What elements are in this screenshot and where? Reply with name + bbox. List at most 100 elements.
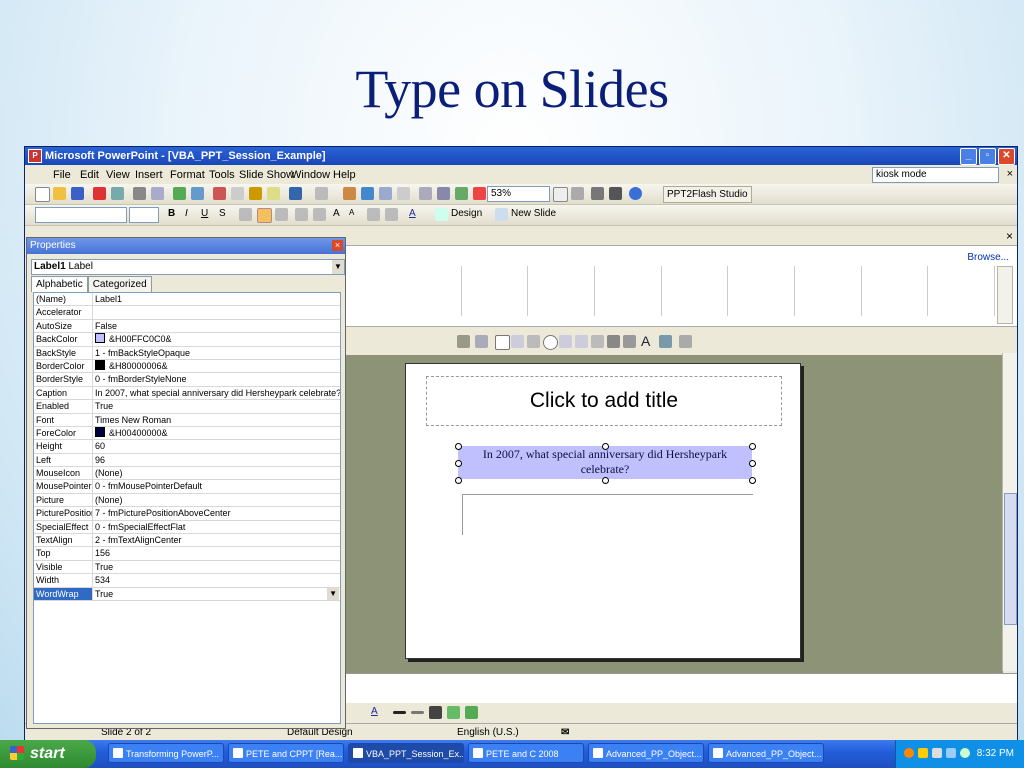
property-value[interactable]: False xyxy=(93,320,340,332)
help-icon[interactable] xyxy=(629,187,642,200)
3d-style-icon[interactable] xyxy=(465,706,478,719)
taskbar-button[interactable]: PETE and CPPT [Rea... xyxy=(228,743,344,763)
arrow-style-icon[interactable] xyxy=(429,706,442,719)
property-row[interactable]: AutoSize False xyxy=(34,319,340,334)
properties-icon[interactable] xyxy=(475,335,488,348)
property-row[interactable]: BackColor &H00FFC0C0& xyxy=(34,333,340,347)
font-size-select[interactable] xyxy=(129,207,159,223)
spelling-status-icon[interactable]: ✉ xyxy=(561,727,569,738)
notes-pane[interactable] xyxy=(343,673,1017,704)
property-value[interactable]: 7 - fmPicturePositionAboveCenter xyxy=(93,507,340,519)
property-row[interactable]: Picture (None) xyxy=(34,493,340,508)
design-button[interactable]: Design xyxy=(451,208,482,219)
property-value[interactable]: True ▼ xyxy=(93,587,340,600)
property-value[interactable]: &H00400000& xyxy=(93,426,340,439)
new-icon[interactable] xyxy=(35,187,50,202)
new-slide-button[interactable]: New Slide xyxy=(511,208,556,219)
resize-handle[interactable] xyxy=(749,460,756,467)
vba-form-icon[interactable] xyxy=(591,187,604,200)
vba-view-icon[interactable] xyxy=(609,187,622,200)
minimize-button[interactable]: _ xyxy=(960,148,977,165)
email-icon[interactable] xyxy=(111,187,124,200)
permission-icon[interactable] xyxy=(93,187,106,200)
resize-handle[interactable] xyxy=(455,477,462,484)
chevron-down-icon[interactable]: ▼ xyxy=(327,587,339,600)
title-placeholder[interactable]: Click to add title xyxy=(426,376,782,426)
insert-table-icon[interactable] xyxy=(361,187,374,200)
property-value[interactable]: 0 - fmBorderStyleNone xyxy=(93,373,340,385)
tray-app-icon[interactable] xyxy=(904,748,914,758)
scrollbar-control-icon[interactable] xyxy=(623,335,636,348)
property-value[interactable]: True xyxy=(93,561,340,573)
taskbar-button[interactable]: PETE and C 2008 xyxy=(468,743,584,763)
design-thumbnail[interactable] xyxy=(662,266,729,316)
property-row[interactable]: Enabled True xyxy=(34,400,340,414)
command-button-icon[interactable] xyxy=(527,335,540,348)
drawing-font-color-icon[interactable]: A xyxy=(371,706,378,717)
insert-chart-icon[interactable] xyxy=(343,187,356,200)
tray-volume-icon[interactable] xyxy=(932,748,942,758)
property-row[interactable]: Visible True xyxy=(34,560,340,575)
property-row[interactable]: MouseIcon (None) xyxy=(34,467,340,481)
listbox-control-icon[interactable] xyxy=(559,335,572,348)
cut-icon[interactable] xyxy=(213,187,226,200)
menu-window[interactable]: Window xyxy=(291,169,330,181)
format-painter-icon[interactable] xyxy=(267,187,280,200)
spin-button-icon[interactable] xyxy=(607,335,620,348)
start-button[interactable]: start xyxy=(0,740,96,768)
redo-icon[interactable] xyxy=(315,187,328,200)
label1-control[interactable]: In 2007, what special anniversary did He… xyxy=(458,446,752,479)
italic-icon[interactable]: I xyxy=(185,208,188,219)
design-thumbnail[interactable] xyxy=(395,266,462,316)
design-mode-icon[interactable] xyxy=(457,335,470,348)
tray-network-icon[interactable] xyxy=(918,748,928,758)
dash-style-icon[interactable] xyxy=(411,711,424,714)
design-thumbnail[interactable] xyxy=(795,266,862,316)
slide-show-icon[interactable] xyxy=(553,187,568,202)
increase-indent-icon[interactable] xyxy=(385,208,398,221)
tray-wireless-icon[interactable] xyxy=(960,748,970,758)
font-name-select[interactable] xyxy=(35,207,127,223)
textbox-control-icon[interactable] xyxy=(511,335,524,348)
toggle-button-icon[interactable] xyxy=(591,335,604,348)
font-color-icon[interactable]: A xyxy=(409,208,416,219)
property-row[interactable]: Width 534 xyxy=(34,574,340,588)
resize-handle[interactable] xyxy=(602,443,609,450)
option-button-icon[interactable] xyxy=(543,335,558,350)
properties-close-button[interactable]: × xyxy=(332,240,343,251)
checkbox-control-icon[interactable] xyxy=(495,335,510,350)
property-row[interactable]: Caption In 2007, what special anniversary… xyxy=(34,386,340,401)
scroll-thumb[interactable] xyxy=(1004,493,1017,625)
spelling-icon[interactable] xyxy=(173,187,186,200)
decrease-indent-icon[interactable] xyxy=(367,208,380,221)
property-row[interactable]: BorderStyle 0 - fmBorderStyleNone xyxy=(34,373,340,387)
copy-icon[interactable] xyxy=(231,187,244,200)
menu-tools[interactable]: Tools xyxy=(209,169,235,181)
undo-icon[interactable] xyxy=(289,187,302,200)
property-value[interactable]: True xyxy=(93,400,340,412)
property-value[interactable]: 156 xyxy=(93,547,340,559)
close-button[interactable]: ✕ xyxy=(998,148,1015,165)
taskbar-button[interactable]: Advanced_PP_Object... xyxy=(708,743,824,763)
underline-icon[interactable]: U xyxy=(201,208,208,219)
bullets-icon[interactable] xyxy=(313,208,326,221)
property-row[interactable]: BorderColor &H80000006& xyxy=(34,359,340,374)
print-icon[interactable] xyxy=(133,187,146,200)
property-row[interactable]: PicturePosition 7 - fmPicturePositionAbov… xyxy=(34,507,340,521)
menu-insert[interactable]: Insert xyxy=(135,169,163,181)
property-row[interactable]: Left 96 xyxy=(34,453,340,468)
clip-art-icon[interactable] xyxy=(571,187,584,200)
property-row[interactable]: BackStyle 1 - fmBackStyleOpaque xyxy=(34,346,340,360)
property-value[interactable]: Label1 xyxy=(93,293,340,305)
resize-handle[interactable] xyxy=(455,443,462,450)
slide-canvas[interactable]: Click to add title In 2007, what special… xyxy=(405,363,801,659)
expand-all-icon[interactable] xyxy=(419,187,432,200)
design-thumbnail[interactable] xyxy=(595,266,662,316)
design-thumbnail[interactable] xyxy=(928,266,996,316)
property-row[interactable]: SpecialEffect 0 - fmSpecialEffectFlat xyxy=(34,520,340,535)
hyperlink-icon[interactable] xyxy=(397,187,410,200)
tab-alphabetic[interactable]: Alphabetic xyxy=(31,276,88,292)
show-formatting-icon[interactable] xyxy=(437,187,450,200)
property-row[interactable]: MousePointer 0 - fmMousePointerDefault xyxy=(34,480,340,494)
more-controls-icon[interactable] xyxy=(679,335,692,348)
